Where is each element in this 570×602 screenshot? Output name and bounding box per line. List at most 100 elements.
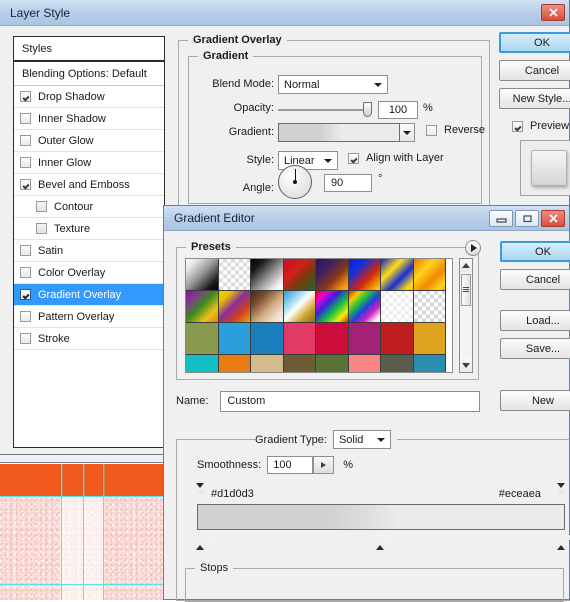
checkbox-preview[interactable] bbox=[512, 120, 523, 132]
gradient-editor-titlebar[interactable]: Gradient Editor bbox=[164, 206, 569, 231]
preset-swatch-23[interactable] bbox=[380, 322, 414, 355]
smoothness-input[interactable]: 100 bbox=[267, 456, 335, 474]
color-stop-100[interactable] bbox=[556, 533, 567, 550]
preview-checkbox-row[interactable]: Preview bbox=[512, 120, 569, 132]
preset-swatch-27[interactable] bbox=[250, 354, 284, 372]
preset-swatch-22[interactable] bbox=[347, 322, 381, 355]
checkbox-gradient-overlay[interactable] bbox=[20, 289, 31, 300]
preset-swatch-32[interactable] bbox=[412, 354, 446, 372]
gradient-type-select[interactable]: Solid bbox=[332, 430, 391, 449]
preset-swatch-25[interactable] bbox=[186, 354, 219, 372]
photoshop-document-canvas[interactable] bbox=[0, 448, 172, 600]
preset-swatch-12[interactable] bbox=[282, 290, 316, 323]
checkbox-outer-glow[interactable] bbox=[20, 135, 31, 146]
gradient-picker-dropdown[interactable] bbox=[400, 123, 415, 142]
preset-swatch-31[interactable] bbox=[380, 354, 414, 372]
gradient-bar[interactable] bbox=[197, 504, 565, 530]
checkbox-bevel-and-emboss[interactable] bbox=[20, 179, 31, 190]
style-row-outer-glow[interactable]: Outer Glow bbox=[14, 130, 164, 152]
preset-swatch-3[interactable] bbox=[250, 259, 284, 291]
gradient-editor-close-button[interactable] bbox=[541, 209, 565, 227]
preset-swatch-grid[interactable] bbox=[185, 258, 453, 373]
gradient-editor-load-button[interactable]: Load... bbox=[500, 310, 570, 331]
opacity-input[interactable]: 100 bbox=[378, 101, 418, 119]
preset-swatch-28[interactable] bbox=[282, 354, 316, 372]
layer-style-cancel-button[interactable]: Cancel bbox=[499, 60, 570, 81]
style-row-stroke[interactable]: Stroke bbox=[14, 328, 164, 350]
style-row-texture[interactable]: Texture bbox=[14, 218, 164, 240]
style-row-inner-shadow[interactable]: Inner Shadow bbox=[14, 108, 164, 130]
preset-swatch-15[interactable] bbox=[380, 290, 414, 323]
preset-swatch-17[interactable] bbox=[186, 322, 219, 355]
preset-swatch-14[interactable] bbox=[347, 290, 381, 323]
gradient-editor-cancel-button[interactable]: Cancel bbox=[500, 269, 570, 290]
styles-list[interactable]: Styles Blending Options: Default Drop Sh… bbox=[13, 36, 165, 448]
style-row-satin[interactable]: Satin bbox=[14, 240, 164, 262]
preset-swatch-30[interactable] bbox=[347, 354, 381, 372]
angle-input[interactable]: 90 bbox=[324, 174, 372, 192]
preset-swatch-20[interactable] bbox=[282, 322, 316, 355]
preset-swatch-16[interactable] bbox=[412, 290, 446, 323]
checkbox-inner-glow[interactable] bbox=[20, 157, 31, 168]
opacity-stop-right[interactable] bbox=[556, 483, 567, 501]
preset-swatch-7[interactable] bbox=[380, 259, 414, 291]
opacity-slider-knob[interactable] bbox=[363, 102, 372, 117]
checkbox-satin[interactable] bbox=[20, 245, 31, 256]
preset-swatch-4[interactable] bbox=[282, 259, 316, 291]
checkbox-inner-shadow[interactable] bbox=[20, 113, 31, 124]
checkbox-contour[interactable] bbox=[36, 201, 47, 212]
blending-options-row[interactable]: Blending Options: Default bbox=[14, 62, 164, 86]
preset-scrollbar-thumb[interactable] bbox=[461, 274, 471, 306]
preset-swatch-26[interactable] bbox=[217, 354, 251, 372]
style-row-contour[interactable]: Contour bbox=[14, 196, 164, 218]
checkbox-drop-shadow[interactable] bbox=[20, 91, 31, 102]
scroll-down-icon[interactable] bbox=[460, 359, 472, 372]
preset-swatch-21[interactable] bbox=[315, 322, 349, 355]
color-stop-50[interactable] bbox=[375, 533, 386, 550]
checkbox-texture[interactable] bbox=[36, 223, 47, 234]
reverse-checkbox-row[interactable]: Reverse bbox=[426, 124, 485, 136]
preset-swatch-2[interactable] bbox=[217, 259, 251, 291]
align-with-layer-row[interactable]: Align with Layer bbox=[348, 152, 444, 164]
preset-swatch-29[interactable] bbox=[315, 354, 349, 372]
layer-style-close-button[interactable] bbox=[541, 4, 565, 21]
preset-swatch-24[interactable] bbox=[412, 322, 446, 355]
preset-swatch-11[interactable] bbox=[250, 290, 284, 323]
preset-swatch-10[interactable] bbox=[217, 290, 251, 323]
opacity-stop-left[interactable] bbox=[195, 483, 206, 501]
checkbox-color-overlay[interactable] bbox=[20, 267, 31, 278]
presets-menu-icon[interactable] bbox=[465, 240, 481, 256]
preset-swatch-8[interactable] bbox=[412, 259, 446, 291]
smoothness-stepper[interactable] bbox=[313, 456, 335, 474]
checkbox-align-with-layer[interactable] bbox=[348, 152, 359, 164]
checkbox-reverse[interactable] bbox=[426, 124, 437, 136]
layer-style-ok-button[interactable]: OK bbox=[499, 32, 570, 53]
style-row-inner-glow[interactable]: Inner Glow bbox=[14, 152, 164, 174]
preset-swatch-18[interactable] bbox=[217, 322, 251, 355]
scroll-up-icon[interactable] bbox=[460, 259, 472, 272]
gradient-editor-save-button[interactable]: Save... bbox=[500, 338, 570, 359]
color-stop-0[interactable] bbox=[195, 533, 206, 550]
style-row-gradient-overlay[interactable]: Gradient Overlay bbox=[14, 284, 164, 306]
blend-mode-select[interactable]: Normal bbox=[278, 75, 388, 94]
preset-swatch-5[interactable] bbox=[315, 259, 349, 291]
gradient-name-input[interactable]: Custom bbox=[220, 390, 481, 412]
gradient-editor-new-button[interactable]: New bbox=[500, 390, 570, 411]
layer-style-new-style-button[interactable]: New Style... bbox=[499, 88, 570, 109]
style-row-drop-shadow[interactable]: Drop Shadow bbox=[14, 86, 164, 108]
preset-swatch-1[interactable] bbox=[186, 259, 219, 291]
preset-scrollbar[interactable] bbox=[459, 258, 473, 373]
style-row-bevel-and-emboss[interactable]: Bevel and Emboss bbox=[14, 174, 164, 196]
preset-swatch-19[interactable] bbox=[250, 322, 284, 355]
document-artwork[interactable] bbox=[0, 464, 167, 600]
preset-swatch-6[interactable] bbox=[347, 259, 381, 291]
gradient-preview-swatch[interactable] bbox=[278, 123, 400, 142]
angle-dial[interactable] bbox=[278, 165, 312, 199]
preset-swatch-13[interactable] bbox=[315, 290, 349, 323]
gradient-editor-maximize-button[interactable] bbox=[515, 209, 539, 227]
checkbox-stroke[interactable] bbox=[20, 333, 31, 344]
gradient-editor-ok-button[interactable]: OK bbox=[500, 241, 570, 262]
opacity-slider[interactable] bbox=[278, 102, 372, 117]
style-row-color-overlay[interactable]: Color Overlay bbox=[14, 262, 164, 284]
preset-swatch-9[interactable] bbox=[186, 290, 219, 323]
